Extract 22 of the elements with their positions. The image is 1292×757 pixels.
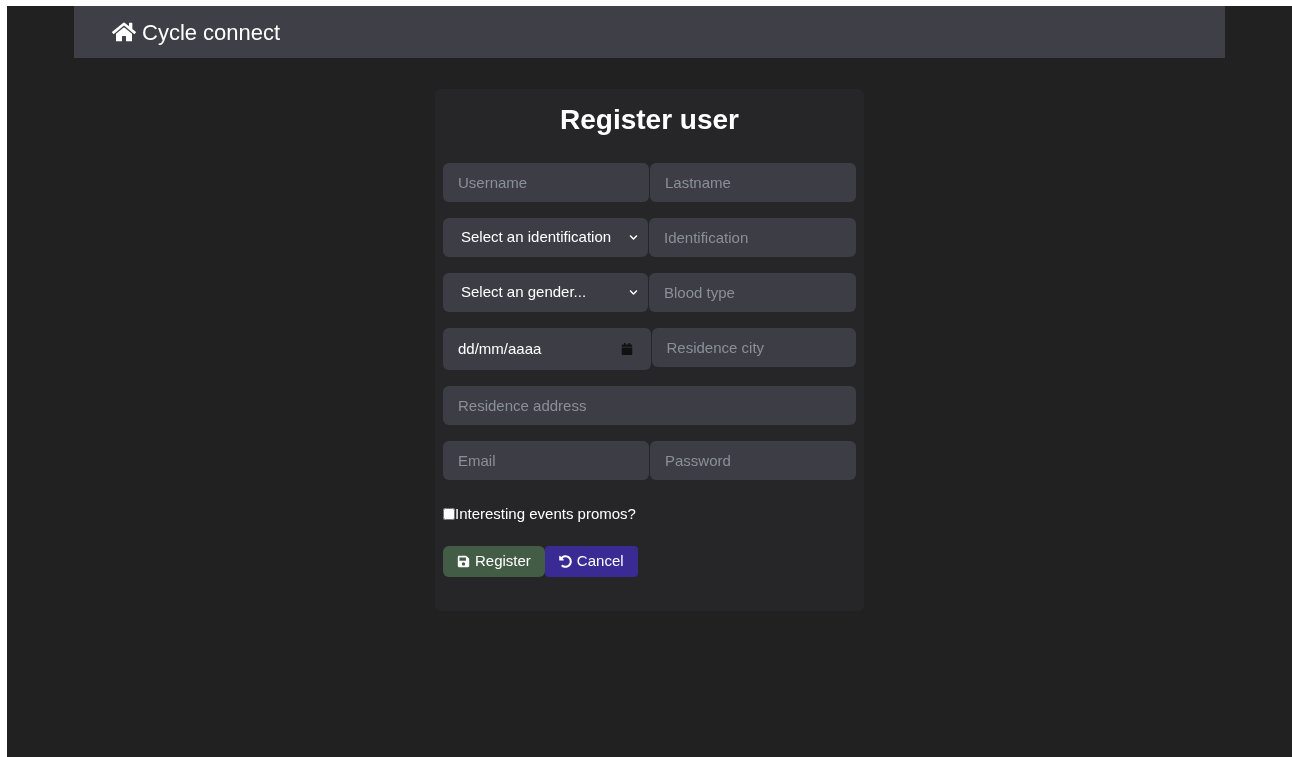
- checkbox-label: Interesting events promos?: [455, 504, 636, 524]
- chevron-icon: [629, 233, 638, 242]
- calendar-icon: [620, 343, 633, 355]
- select-field[interactable]: Select an identification: [443, 218, 648, 257]
- input-field[interactable]: Email: [443, 441, 649, 480]
- undo-icon: [558, 554, 572, 568]
- select-field[interactable]: Select an gender...: [443, 273, 648, 312]
- input-field[interactable]: Password: [650, 441, 856, 480]
- date-field[interactable]: dd/mm/aaaa: [443, 328, 651, 370]
- input-field[interactable]: Username: [443, 163, 649, 202]
- chevron-icon: [629, 288, 638, 297]
- input-field[interactable]: Blood type: [649, 273, 856, 312]
- home-icon: [112, 21, 136, 43]
- brand-link[interactable]: Cycle connect: [112, 15, 281, 49]
- input-field[interactable]: Residence address: [443, 386, 856, 425]
- input-field[interactable]: Residence city: [651, 328, 856, 367]
- input-field[interactable]: Lastname: [650, 163, 856, 202]
- input-field[interactable]: Identification: [649, 218, 856, 257]
- cancel-button[interactable]: Cancel: [544, 545, 638, 577]
- register-button[interactable]: Register: [443, 545, 545, 577]
- promos-checkbox[interactable]: [443, 508, 455, 521]
- form-title: Register user: [559, 103, 740, 137]
